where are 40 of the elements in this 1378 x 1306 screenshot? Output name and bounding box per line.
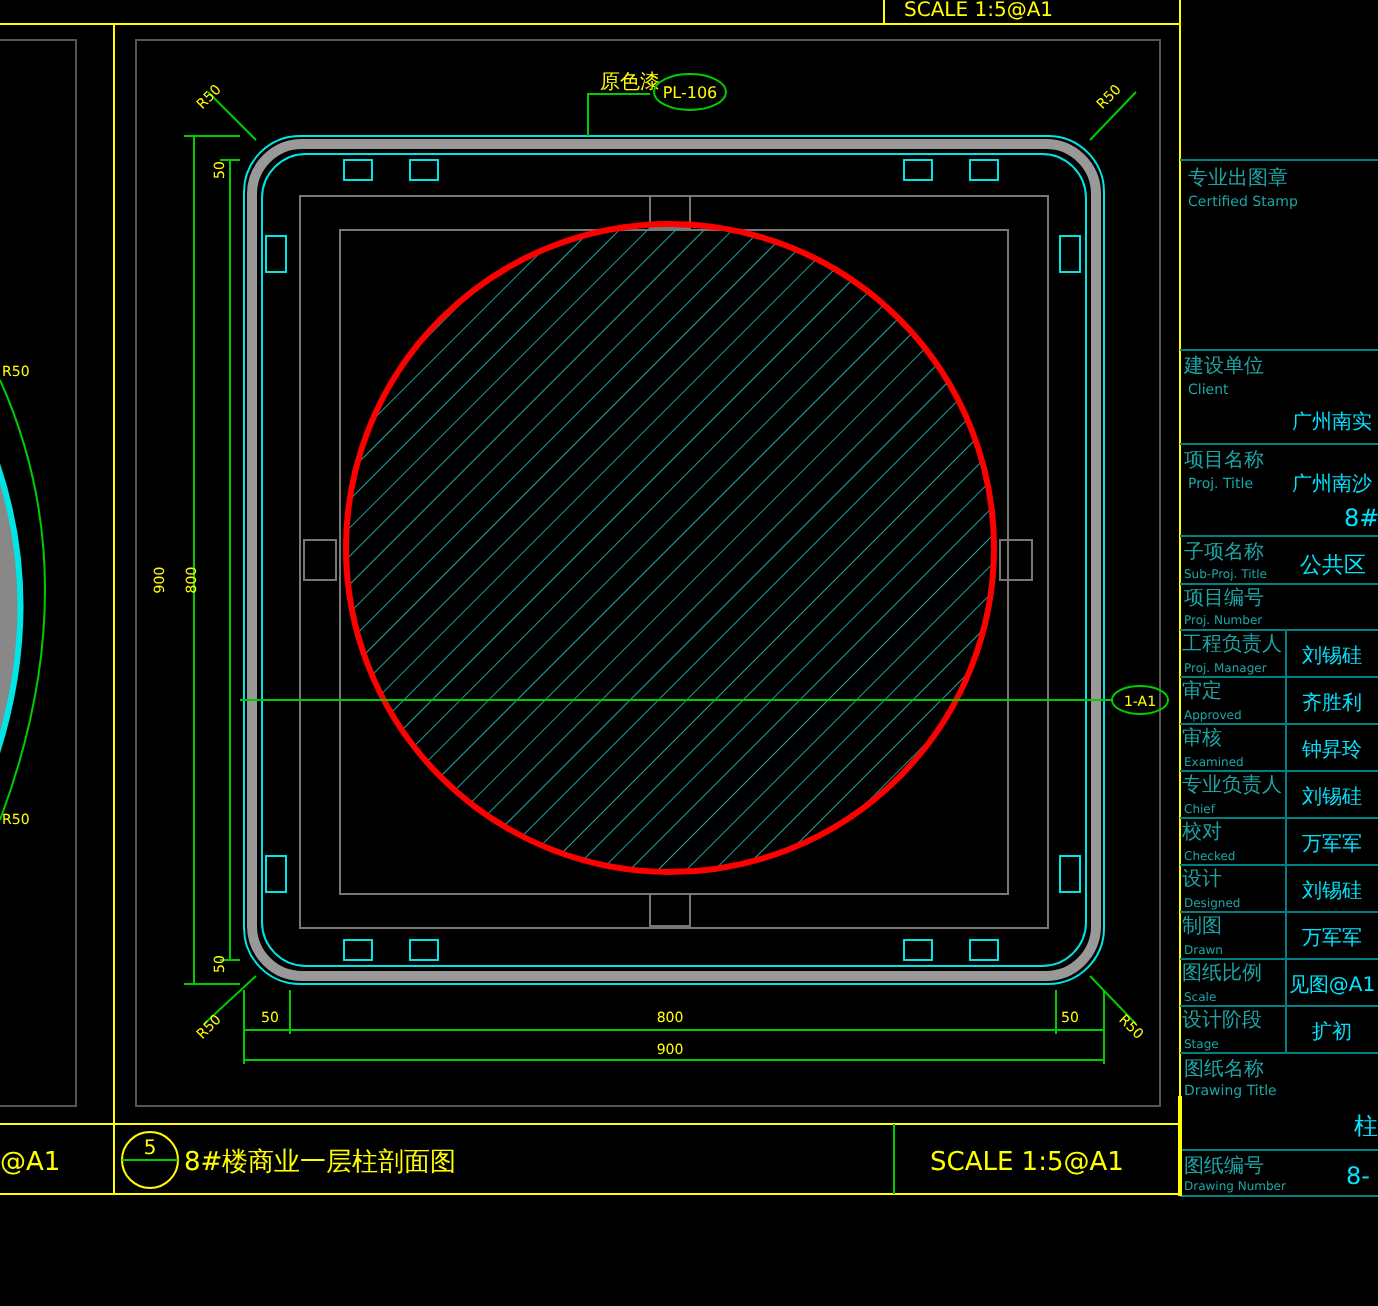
scale-label: @A1 bbox=[0, 1148, 61, 1178]
detail-number: 5 bbox=[143, 1138, 157, 1160]
field-label: 建设单位 bbox=[1184, 356, 1264, 378]
field-label: 专业负责人 bbox=[1182, 775, 1282, 797]
material-tag: PL-106 bbox=[662, 84, 718, 102]
scale-label: SCALE 1:5@A1 bbox=[930, 1148, 1124, 1178]
field-value: 万军军 bbox=[1302, 834, 1362, 856]
field-value: 万军军 bbox=[1302, 928, 1362, 950]
field-label: 校对 bbox=[1182, 822, 1222, 844]
field-value: 8- bbox=[1346, 1162, 1370, 1190]
field-value: 柱 bbox=[1354, 1112, 1378, 1140]
field-label: 设计阶段 bbox=[1182, 1010, 1262, 1032]
field-label: 项目名称 bbox=[1184, 450, 1264, 472]
field-label: 审定 bbox=[1182, 681, 1222, 703]
field-label: 设计 bbox=[1182, 869, 1222, 891]
field-label: 专业出图章 bbox=[1188, 168, 1288, 190]
field-label: 图纸名称 bbox=[1184, 1059, 1264, 1081]
field-label: 工程负责人 bbox=[1182, 634, 1282, 656]
field-label: 图纸比例 bbox=[1182, 963, 1262, 985]
field-value: 广州南沙 bbox=[1292, 474, 1372, 496]
field-value: 钟昇玲 bbox=[1302, 740, 1362, 762]
drawing-caption: 8#楼商业一层柱剖面图 bbox=[184, 1148, 457, 1178]
field-value: 广州南实 bbox=[1292, 412, 1372, 434]
field-value: 扩初 bbox=[1312, 1022, 1352, 1044]
field-value: 刘锡硅 bbox=[1302, 787, 1362, 809]
field-value: 刘锡硅 bbox=[1302, 881, 1362, 903]
material-label: 原色漆 bbox=[600, 72, 660, 94]
field-label: 制图 bbox=[1182, 916, 1222, 938]
field-value: 刘锡硅 bbox=[1302, 646, 1362, 668]
field-label: 图纸编号 bbox=[1184, 1156, 1264, 1178]
field-label: 子项名称 bbox=[1184, 542, 1264, 564]
field-value: 公共区 bbox=[1300, 552, 1366, 578]
field-value: 齐胜利 bbox=[1302, 693, 1362, 715]
leader-line bbox=[587, 93, 651, 137]
detail-number-circle bbox=[121, 1131, 179, 1189]
field-label: 审核 bbox=[1182, 728, 1222, 750]
field-value: 8# bbox=[1344, 504, 1378, 532]
scale-label: SCALE 1:5@A1 bbox=[904, 0, 1054, 22]
field-value: 见图@A1 bbox=[1288, 975, 1376, 997]
field-label: 项目编号 bbox=[1184, 588, 1264, 610]
